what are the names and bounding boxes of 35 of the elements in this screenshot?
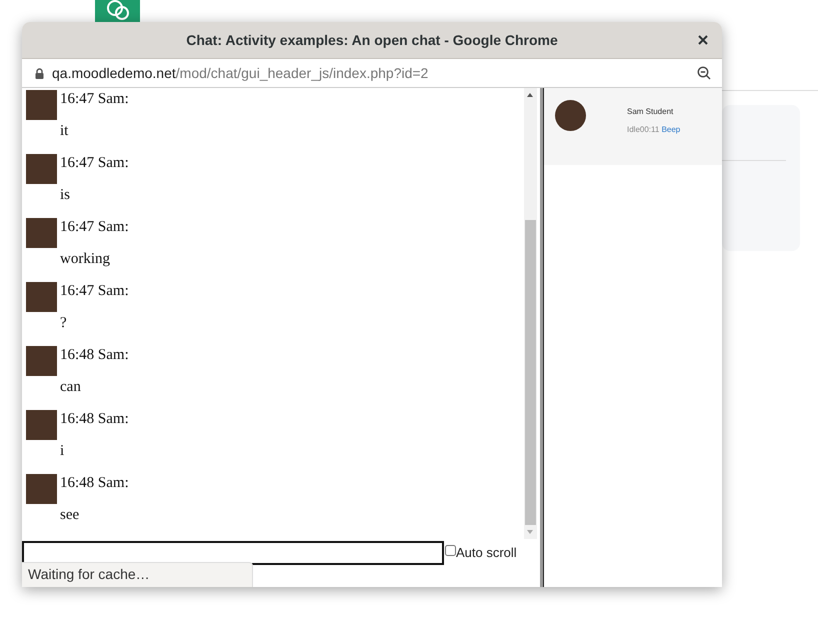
scrollbar[interactable] (524, 88, 537, 539)
avatar-photo-placeholder (26, 346, 57, 376)
beep-link[interactable]: Beep (662, 125, 680, 134)
url-text: qa.moodledemo.net/mod/chat/gui_header_js/index.php?id=2 (52, 65, 430, 81)
message-text: i (60, 442, 66, 460)
avatar-photo-placeholder (555, 100, 586, 131)
message-header: 16:47 Sam: (60, 282, 129, 300)
message-header: 16:47 Sam: (60, 218, 129, 236)
auto-scroll-checkbox[interactable] (445, 545, 456, 556)
message-text: can (60, 378, 82, 396)
message-header: 16:48 Sam: (60, 346, 129, 364)
message-text: it (60, 122, 70, 140)
message-text: see (60, 506, 80, 524)
message-text: ? (60, 314, 68, 332)
avatar-photo-placeholder (26, 90, 57, 120)
message-text: is (60, 186, 72, 204)
lock-icon (35, 68, 44, 78)
avatar-photo-placeholder (26, 282, 57, 312)
message-text: working (60, 250, 111, 268)
message-header: 16:47 Sam: (60, 90, 129, 108)
avatar-photo-placeholder (26, 474, 57, 504)
zoom-out-icon[interactable] (697, 66, 711, 80)
message-header: 16:48 Sam: (60, 474, 129, 492)
message-input[interactable] (22, 541, 444, 565)
avatar-photo-placeholder (26, 218, 57, 248)
close-button[interactable] (696, 33, 710, 47)
message-header: 16:48 Sam: (60, 410, 129, 428)
avatar-photo-placeholder (26, 410, 57, 440)
avatar-photo-placeholder (26, 154, 57, 184)
status-bubble: Waiting for cache… (22, 562, 253, 587)
auto-scroll-label: Auto scroll (456, 545, 517, 560)
idle-time: Idle00:11 (627, 125, 660, 134)
user-name: Sam Student (627, 107, 674, 116)
message-header: 16:47 Sam: (60, 154, 129, 172)
window-title: Chat: Activity examples: An open chat - Google Chrome (186, 32, 558, 48)
